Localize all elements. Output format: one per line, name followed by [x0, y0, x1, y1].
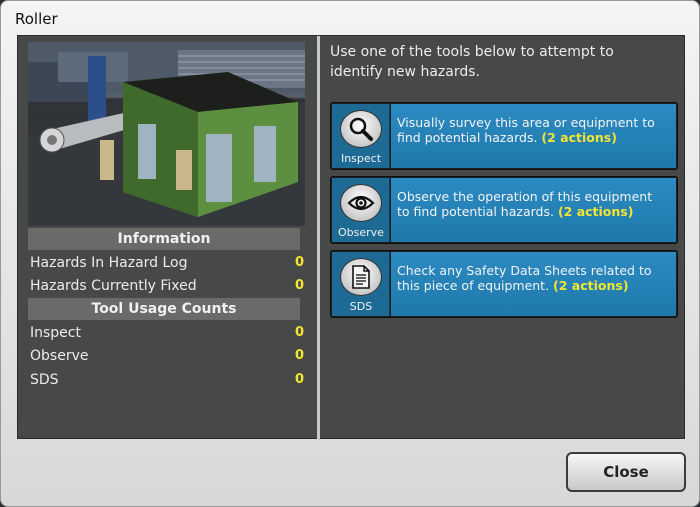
observe-tool-button[interactable]: Observe Observe the operation of this eq… [330, 176, 678, 244]
stat-row-sds: SDS 0 [30, 369, 304, 391]
dialog-content-panel: Information Hazards In Hazard Log 0 Haza… [17, 35, 685, 440]
stat-value: 0 [294, 278, 304, 293]
stat-value: 0 [294, 372, 304, 387]
tool-usage-header: Tool Usage Counts [28, 298, 300, 320]
stat-row-hazards-in-log: Hazards In Hazard Log 0 [30, 252, 304, 274]
magnifier-icon [340, 110, 382, 148]
stat-row-observe: Observe 0 [30, 345, 304, 367]
stat-value: 0 [294, 255, 304, 270]
tools-intro-text: Use one of the tools below to attempt to… [330, 44, 614, 80]
equipment-image [28, 42, 305, 226]
tool-action-cost: (2 actions) [553, 278, 629, 293]
inspect-tool-button[interactable]: Inspect Visually survey this area or equ… [330, 102, 678, 170]
stat-label: Inspect [30, 325, 81, 341]
tool-label: Inspect [340, 152, 382, 165]
tool-label: SDS [349, 300, 373, 313]
roller-dialog: Roller Information Hazards In Hazard Log… [0, 0, 700, 507]
sds-tool-button[interactable]: SDS Check any Safety Data Sheets related… [330, 250, 678, 318]
stat-value: 0 [294, 325, 304, 340]
stat-value: 0 [294, 348, 304, 363]
stat-label: SDS [30, 372, 59, 388]
tool-action-cost: (2 actions) [541, 130, 617, 145]
inspect-icon-box: Inspect [332, 104, 390, 168]
stat-row-inspect: Inspect 0 [30, 322, 304, 344]
stat-label: Hazards Currently Fixed [30, 278, 197, 294]
stat-label: Observe [30, 348, 89, 364]
tool-description: Check any Safety Data Sheets related to … [391, 252, 676, 316]
eye-icon [340, 184, 382, 222]
stat-label: Hazards In Hazard Log [30, 255, 188, 271]
tool-description: Observe the operation of this equipment … [391, 178, 676, 242]
tool-description: Visually survey this area or equipment t… [391, 104, 676, 168]
information-header: Information [28, 228, 300, 250]
observe-icon-box: Observe [332, 178, 390, 242]
document-icon [340, 258, 382, 296]
dialog-title: Roller [15, 10, 58, 28]
tool-label: Observe [338, 226, 384, 239]
stat-row-hazards-fixed: Hazards Currently Fixed 0 [30, 275, 304, 297]
column-divider [317, 36, 320, 440]
close-button[interactable]: Close [566, 452, 686, 492]
roller-machine-illustration [28, 42, 305, 226]
tool-action-cost: (2 actions) [557, 204, 634, 219]
sds-icon-box: SDS [332, 252, 390, 316]
